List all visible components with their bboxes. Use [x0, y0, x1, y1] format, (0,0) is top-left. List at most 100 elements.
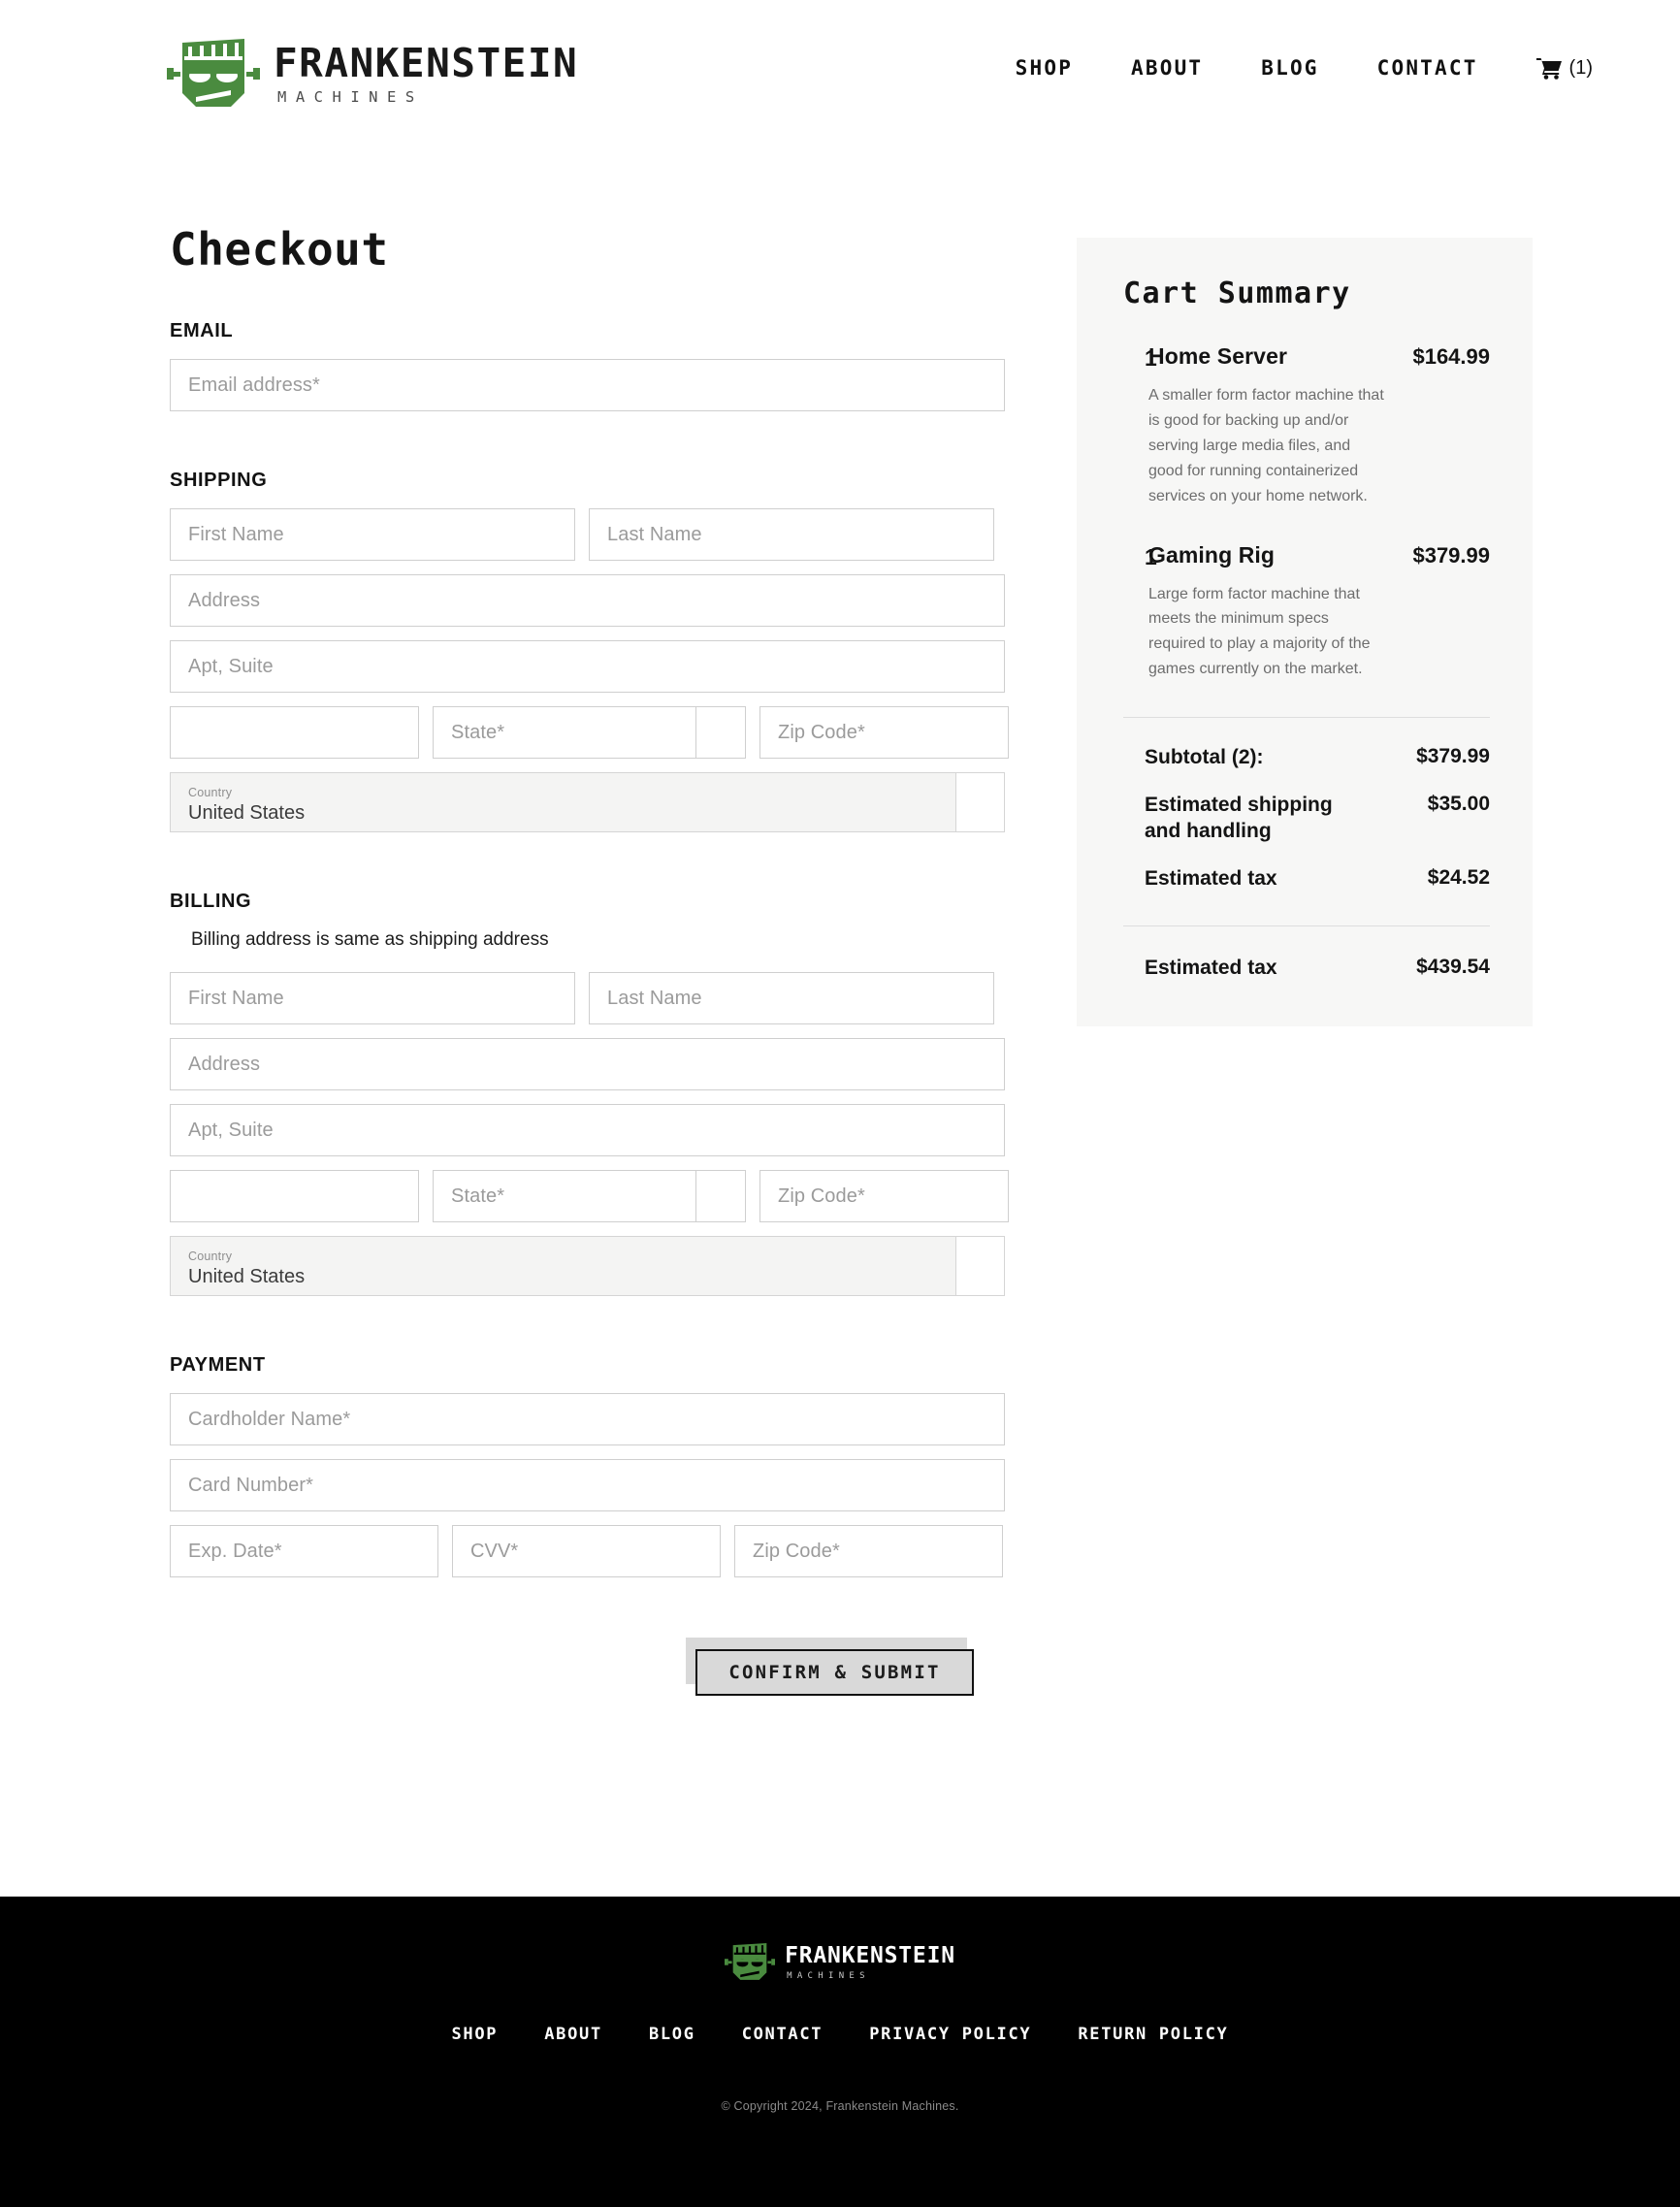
cardholder-name-field[interactable]: Cardholder Name*: [170, 1393, 1005, 1445]
shipping-state-placeholder: State*: [451, 721, 505, 743]
cart-line-item-header: Gaming Rig $379.99: [1148, 542, 1490, 568]
shipping-country-select[interactable]: Country United States: [170, 772, 1009, 832]
item-description: Large form factor machine that meets the…: [1148, 585, 1371, 678]
footer-navigation: SHOP ABOUT BLOG CONTACT PRIVACY POLICY R…: [452, 2025, 1229, 2044]
summary-divider: [1123, 717, 1490, 719]
billing-address-field[interactable]: Address: [170, 1038, 1005, 1090]
shipping-country-field[interactable]: Country United States: [170, 772, 955, 832]
shipping-state-select[interactable]: State*: [433, 706, 746, 759]
exp-date-placeholder: Exp. Date*: [188, 1540, 282, 1562]
billing-first-name-field[interactable]: First Name: [170, 972, 575, 1024]
tax-row: Estimated tax $24.52: [1123, 866, 1490, 893]
shipping-section: SHIPPING First Name Last Name Address Ap…: [170, 470, 1009, 832]
footer-item-about[interactable]: ABOUT: [544, 2025, 602, 2044]
email-field[interactable]: Email address*: [170, 359, 1005, 411]
cardholder-name-placeholder: Cardholder Name*: [188, 1408, 351, 1430]
billing-zip-placeholder: Zip Code*: [778, 1185, 865, 1207]
shipping-apt-placeholder: Apt, Suite: [188, 655, 274, 677]
footer-logo-link[interactable]: FRANKENSTEIN MACHINES: [725, 1941, 955, 1984]
shipping-zip-field[interactable]: Zip Code*: [759, 706, 1009, 759]
shipping-address-placeholder: Address: [188, 589, 261, 611]
item-name: Gaming Rig: [1148, 541, 1276, 568]
billing-city-state-zip-row: State* Zip Code*: [170, 1170, 1009, 1222]
footer-item-privacy-policy[interactable]: PRIVACY POLICY: [869, 2025, 1031, 2044]
cart-line-item: 1 Home Server $164.99 A smaller form fac…: [1123, 343, 1490, 509]
checkout-form-column: Checkout EMAIL Email address* SHIPPING F…: [170, 223, 1009, 1709]
billing-same-as-shipping-checkbox[interactable]: Billing address is same as shipping addr…: [170, 929, 1009, 951]
shipping-first-name-field[interactable]: First Name: [170, 508, 575, 561]
shipping-state-field[interactable]: State*: [433, 706, 695, 759]
exp-date-field[interactable]: Exp. Date*: [170, 1525, 438, 1577]
card-number-placeholder: Card Number*: [188, 1474, 314, 1496]
payment-section: PAYMENT Cardholder Name* Card Number* Ex…: [170, 1354, 1009, 1577]
payment-zip-field[interactable]: Zip Code*: [734, 1525, 1003, 1577]
email-section: EMAIL Email address*: [170, 320, 1009, 411]
chevron-down-icon[interactable]: [955, 772, 1005, 832]
cart-line-item-header: Home Server $164.99: [1148, 343, 1490, 370]
email-placeholder: Email address*: [188, 373, 320, 396]
payment-zip-placeholder: Zip Code*: [753, 1540, 840, 1562]
subtotal-row: Subtotal (2): $379.99: [1123, 745, 1490, 771]
shipping-row: Estimated shipping and handling $35.00: [1123, 793, 1490, 845]
billing-zip-field[interactable]: Zip Code*: [759, 1170, 1009, 1222]
cvv-field[interactable]: CVV*: [452, 1525, 721, 1577]
shipping-apt-field[interactable]: Apt, Suite: [170, 640, 1005, 693]
subtotal-label: Subtotal (2):: [1145, 746, 1264, 769]
shipping-first-name-placeholder: First Name: [188, 523, 284, 545]
site-footer: FRANKENSTEIN MACHINES SHOP ABOUT BLOG CO…: [0, 1897, 1680, 2207]
billing-city-field[interactable]: [170, 1170, 419, 1222]
nav-item-shop[interactable]: SHOP: [1016, 56, 1073, 80]
cart-count: (1): [1568, 56, 1593, 79]
footer-item-blog[interactable]: BLOG: [649, 2025, 695, 2044]
shipping-last-name-placeholder: Last Name: [607, 523, 702, 545]
item-name: Home Server: [1148, 343, 1288, 369]
billing-state-select[interactable]: State*: [433, 1170, 746, 1222]
submit-button-wrapper: CONFIRM & SUBMIT: [686, 1638, 974, 1709]
footer-item-return-policy[interactable]: RETURN POLICY: [1078, 2025, 1228, 2044]
nav-item-about[interactable]: ABOUT: [1131, 56, 1203, 80]
item-price: $164.99: [1412, 344, 1490, 369]
shipping-zip-placeholder: Zip Code*: [778, 721, 865, 743]
billing-state-field[interactable]: State*: [433, 1170, 695, 1222]
cart-summary-column: Cart Summary 1 Home Server $164.99 A sma…: [1077, 238, 1533, 1026]
nav-item-blog[interactable]: BLOG: [1261, 56, 1318, 80]
tax-amount: $24.52: [1427, 865, 1490, 889]
summary-divider: [1123, 925, 1490, 926]
billing-state-placeholder: State*: [451, 1185, 505, 1207]
cart-summary-title: Cart Summary: [1123, 276, 1351, 310]
frankenstein-head-icon: [725, 1941, 776, 1984]
billing-name-row: First Name Last Name: [170, 972, 1009, 1024]
shipping-city-field[interactable]: [170, 706, 419, 759]
billing-last-name-field[interactable]: Last Name: [589, 972, 994, 1024]
shipping-last-name-field[interactable]: Last Name: [589, 508, 994, 561]
payment-section-label: PAYMENT: [170, 1354, 266, 1376]
confirm-submit-button[interactable]: CONFIRM & SUBMIT: [695, 1649, 974, 1696]
chevron-down-icon[interactable]: [695, 1170, 746, 1222]
cart-button[interactable]: (1): [1535, 56, 1593, 80]
checkout-page: FRANKENSTEIN MACHINES SHOP ABOUT BLOG CO…: [0, 0, 1680, 2207]
item-description: A smaller form factor machine that is go…: [1148, 387, 1384, 504]
nav-item-contact[interactable]: CONTACT: [1377, 56, 1478, 80]
payment-exp-cvv-zip-row: Exp. Date* CVV* Zip Code*: [170, 1525, 1009, 1577]
billing-first-name-placeholder: First Name: [188, 987, 284, 1009]
copyright-text: © Copyright 2024, Frankenstein Machines.: [721, 2099, 959, 2113]
billing-apt-placeholder: Apt, Suite: [188, 1119, 274, 1141]
shipping-section-label: SHIPPING: [170, 470, 268, 491]
grand-total-row: Estimated tax $439.54: [1123, 956, 1490, 982]
chevron-down-icon[interactable]: [695, 706, 746, 759]
footer-item-shop[interactable]: SHOP: [452, 2025, 499, 2044]
chevron-down-icon[interactable]: [955, 1236, 1005, 1296]
brand-name: FRANKENSTEIN: [274, 40, 579, 87]
item-price: $379.99: [1412, 542, 1490, 568]
grand-total-label: Estimated tax: [1145, 956, 1277, 979]
footer-item-contact[interactable]: CONTACT: [742, 2025, 824, 2044]
card-number-field[interactable]: Card Number*: [170, 1459, 1005, 1511]
site-logo-link[interactable]: FRANKENSTEIN MACHINES: [167, 37, 578, 113]
shipping-address-field[interactable]: Address: [170, 574, 1005, 627]
billing-apt-field[interactable]: Apt, Suite: [170, 1104, 1005, 1156]
billing-country-select[interactable]: Country United States: [170, 1236, 1009, 1296]
billing-country-field[interactable]: Country United States: [170, 1236, 955, 1296]
